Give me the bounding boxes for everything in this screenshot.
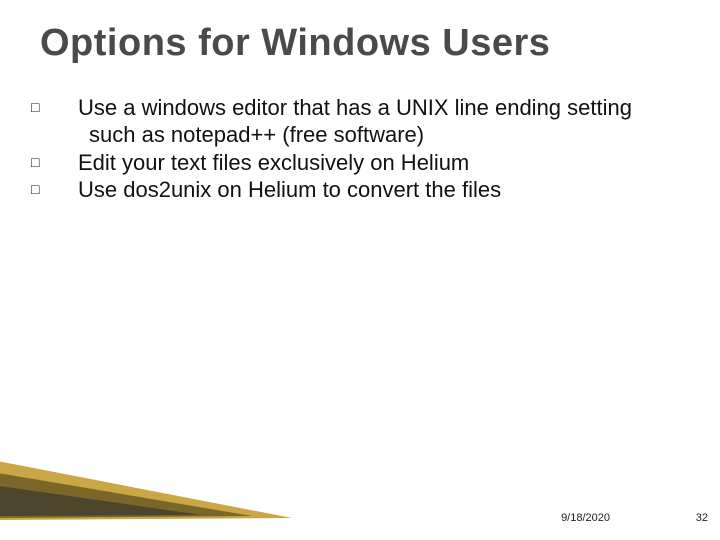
footer-date: 9/18/2020 [561, 512, 610, 524]
slide: Options for Windows Users □Use a windows… [0, 0, 720, 540]
bullet-item: □Edit your text files exclusively on Hel… [60, 150, 650, 177]
slide-body: □Use a windows editor that has a UNIX li… [60, 95, 650, 205]
square-bullet-icon: □ [60, 99, 78, 116]
bullet-text: Use a windows editor that has a UNIX lin… [78, 95, 632, 147]
bullet-text: Use dos2unix on Helium to convert the fi… [78, 177, 501, 202]
decorative-wedge-icon [0, 400, 292, 520]
bullet-text: Edit your text files exclusively on Heli… [78, 150, 469, 175]
bullet-item: □Use a windows editor that has a UNIX li… [60, 95, 650, 149]
square-bullet-icon: □ [60, 181, 78, 198]
bullet-item: □Use dos2unix on Helium to convert the f… [60, 177, 650, 204]
square-bullet-icon: □ [60, 154, 78, 171]
slide-title: Options for Windows Users [40, 22, 680, 65]
footer-page-number: 32 [696, 512, 708, 524]
